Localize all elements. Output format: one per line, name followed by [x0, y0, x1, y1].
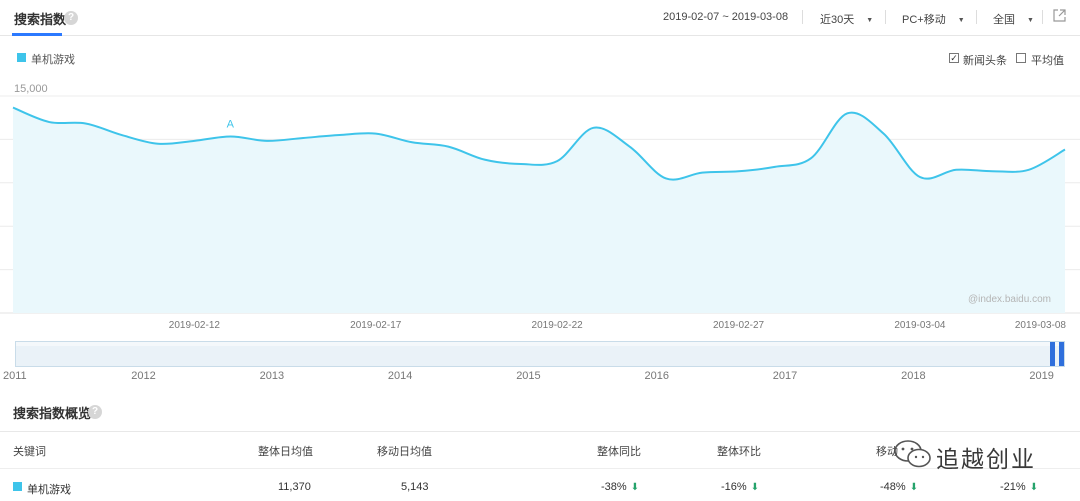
wechat-icon [894, 440, 931, 468]
navigator-year-label: 2011 [3, 370, 27, 382]
navigator-year-label: 2017 [772, 370, 798, 382]
divider [1042, 10, 1043, 24]
arrow-down-icon: ⬇ [750, 482, 760, 493]
keyword-swatch [13, 482, 22, 491]
chevron-down-icon: ▼ [1027, 16, 1034, 24]
row-overall-yoy: -38% ⬇ [601, 481, 639, 493]
brand-watermark: 追越创业 [893, 436, 1053, 472]
navigator-year-label: 2014 [387, 370, 413, 382]
navigator-year-label: 2015 [516, 370, 541, 382]
period-dropdown-label: 近30天 [820, 14, 855, 26]
x-tick-label: 2019-02-17 [350, 320, 402, 331]
divider [0, 431, 1080, 432]
navigator-year-label: 2019 [1029, 370, 1054, 382]
navigator-year-label: 2012 [131, 370, 156, 382]
header-overall-mom: 整体环比 [717, 446, 761, 458]
navigator-year-label: 2018 [901, 370, 926, 382]
series-legend-label[interactable]: 单机游戏 [31, 51, 75, 67]
series-area-fill [13, 107, 1065, 313]
row-mobile-mom: -21% ⬇ [1000, 481, 1038, 493]
help-icon[interactable]: ? [64, 11, 78, 25]
news-headlines-label: 新闻头条 [963, 55, 1007, 67]
y-tick-label: 15,000 [14, 83, 48, 95]
chevron-down-icon: ▼ [866, 16, 874, 24]
arrow-down-icon: ⬇ [630, 482, 640, 493]
arrow-down-icon: ⬇ [1029, 482, 1039, 493]
row-mobile-daily-avg: 5,143 [401, 481, 429, 493]
device-dropdown-label: PC+移动 [902, 14, 946, 26]
header-mobile-daily-avg: 移动日均值 [377, 446, 432, 458]
overview-title: 搜索指数概览 [13, 406, 92, 421]
chevron-down-icon: ▼ [957, 16, 965, 24]
x-tick-label: 2019-02-27 [713, 320, 765, 331]
navigator-year-label: 2016 [644, 370, 669, 382]
row-overall-mom: -16% ⬇ [721, 481, 759, 493]
x-tick-label: 2019-03-08 [1015, 320, 1067, 331]
header-overall-daily-avg: 整体日均值 [258, 446, 313, 458]
average-label: 平均值 [1031, 55, 1064, 67]
navigator-handle-left[interactable] [1050, 342, 1055, 366]
annotation-marker: A [227, 119, 235, 131]
row-overall-daily-avg: 11,370 [278, 481, 311, 493]
header-keyword: 关键词 [13, 446, 46, 458]
news-headlines-checkbox[interactable]: ✓ [949, 53, 959, 63]
brand-text: 追越创业 [936, 446, 1036, 472]
x-tick-label: 2019-02-22 [532, 320, 584, 331]
divider [885, 10, 886, 24]
page-header: 搜索指数 ? 2019-02-07 ~ 2019-03-08 近30天 ▼ PC+… [0, 0, 1080, 36]
date-range-display[interactable]: 2019-02-07 ~ 2019-03-08 [663, 11, 788, 23]
overall-yoy-value: -38% [601, 481, 627, 493]
region-dropdown-label: 全国 [993, 14, 1015, 26]
divider [976, 10, 977, 24]
row-keyword[interactable]: 单机游戏 [27, 481, 71, 497]
series-swatch [17, 53, 26, 62]
tab-active-indicator [12, 33, 62, 36]
x-tick-label: 2019-02-12 [169, 320, 221, 331]
x-tick-label: 2019-03-04 [894, 320, 946, 331]
tab-search-index[interactable]: 搜索指数 [14, 9, 66, 28]
navigator-year-label: 2013 [259, 370, 285, 382]
mobile-mom-value: -21% [1000, 481, 1026, 493]
region-dropdown[interactable]: 全国 ▼ [993, 11, 1034, 27]
average-checkbox[interactable] [1016, 53, 1026, 63]
search-index-chart[interactable]: 15,00012,0009,0006,0003,000A2019-02-1220… [0, 80, 1080, 332]
header-overall-yoy: 整体同比 [597, 446, 641, 458]
navigator-handle-right[interactable] [1059, 342, 1064, 366]
period-dropdown[interactable]: 近30天 ▼ [820, 11, 873, 27]
navigator-series-area [16, 346, 1064, 366]
arrow-down-icon: ⬇ [909, 482, 919, 493]
help-icon[interactable]: ? [88, 405, 102, 419]
device-dropdown[interactable]: PC+移动 ▼ [902, 11, 965, 27]
row-mobile-yoy: -48% ⬇ [880, 481, 918, 493]
share-icon[interactable] [1053, 9, 1066, 22]
time-range-navigator[interactable] [15, 341, 1065, 367]
divider [802, 10, 803, 24]
chart-watermark: @index.baidu.com [968, 294, 1051, 305]
mobile-yoy-value: -48% [880, 481, 906, 493]
overall-mom-value: -16% [721, 481, 747, 493]
